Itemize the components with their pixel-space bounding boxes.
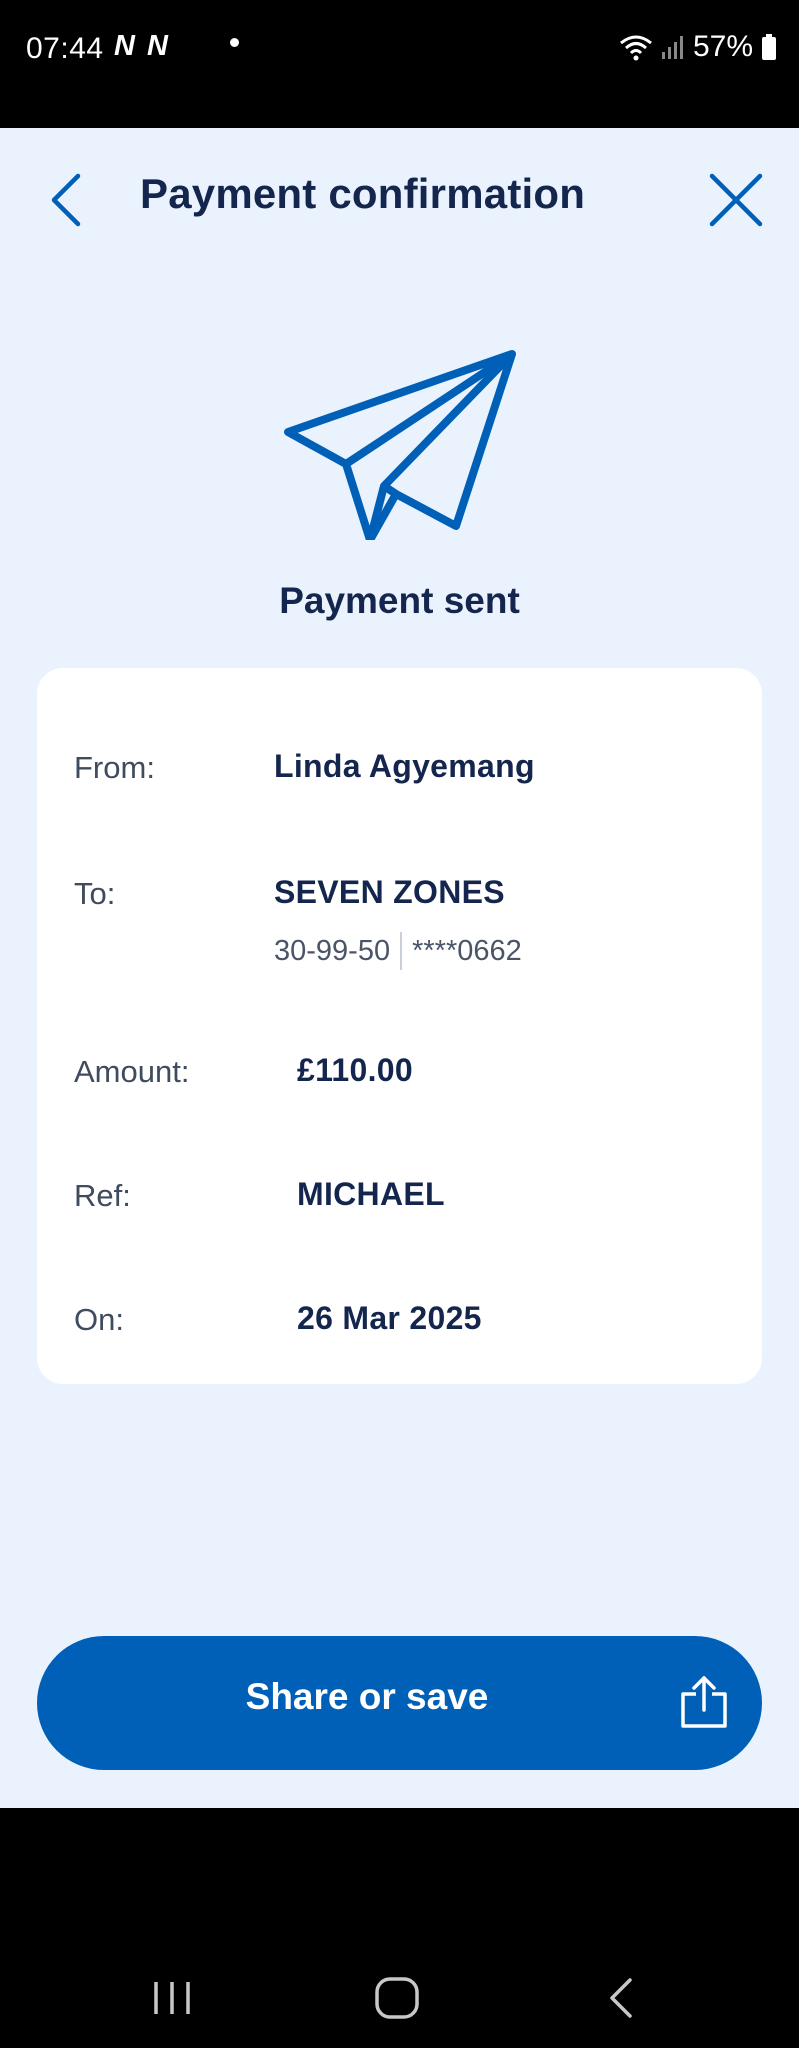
from-value: Linda Agyemang	[274, 748, 535, 784]
share-icon	[681, 1676, 727, 1728]
page-title: Payment confirmation	[140, 170, 586, 217]
signal-icon	[661, 36, 683, 59]
share-or-save-button[interactable]: Share or save	[37, 1636, 762, 1770]
battery-icon	[762, 34, 776, 60]
system-navigation-bar	[0, 1808, 799, 2048]
to-label: To:	[74, 876, 116, 911]
notification-icons: N N	[114, 30, 170, 62]
wifi-icon	[620, 35, 652, 61]
notification-dot	[230, 38, 239, 47]
sort-code: 30-99-50	[274, 934, 391, 967]
close-icon	[709, 173, 763, 227]
ref-value: MICHAEL	[297, 1176, 445, 1212]
close-button[interactable]	[704, 168, 768, 232]
battery-percentage: 57%	[692, 30, 753, 63]
divider	[400, 932, 403, 970]
status-bar: 07:44 N N 57%	[0, 0, 799, 128]
payment-status-heading: Payment sent	[279, 580, 520, 621]
payment-details-card: From: Linda Agyemang To: SEVEN ZONES 30-…	[37, 668, 762, 1384]
amount-value: £110.00	[297, 1052, 414, 1088]
amount-label: Amount:	[74, 1054, 190, 1089]
account-number: ****0662	[412, 934, 522, 967]
status-indicators: 57%	[619, 30, 777, 64]
system-back-button[interactable]	[606, 1976, 636, 2020]
date-label: On:	[74, 1302, 124, 1337]
from-label: From:	[74, 750, 155, 785]
header: Payment confirmation	[0, 128, 799, 268]
recent-apps-button[interactable]	[150, 1978, 194, 2018]
paper-plane-icon	[284, 350, 516, 540]
share-button-label: Share or save	[245, 1676, 489, 1717]
date-value: 26 Mar 2025	[297, 1300, 482, 1336]
chevron-left-icon	[51, 173, 81, 227]
payment-confirmation-screen: Payment confirmation Payment sent From: …	[0, 128, 799, 1808]
to-value: SEVEN ZONES	[274, 874, 505, 910]
back-button[interactable]	[40, 168, 96, 232]
status-time: 07:44	[26, 32, 104, 65]
to-account-details: 30-99-50 ****0662	[274, 932, 522, 970]
home-button[interactable]	[374, 1976, 420, 2020]
ref-label: Ref:	[74, 1178, 131, 1213]
